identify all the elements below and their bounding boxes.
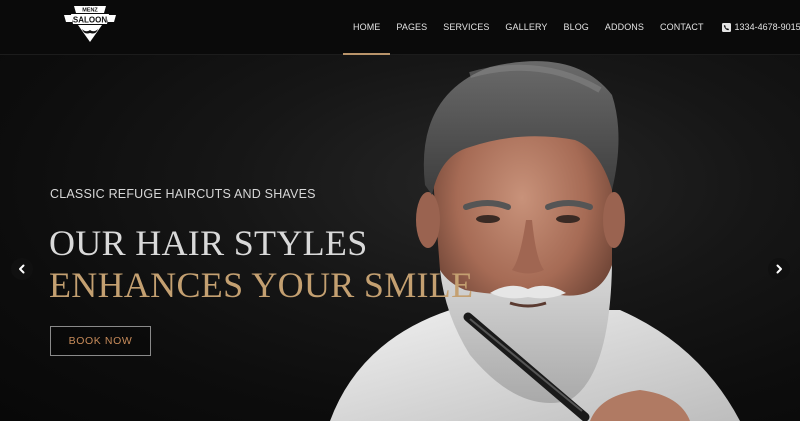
slider-prev-button[interactable] — [11, 258, 33, 280]
book-now-button[interactable]: BOOK NOW — [50, 326, 151, 356]
phone-link[interactable]: 1334-4678-9015 — [721, 0, 800, 55]
nav-item-gallery[interactable]: GALLERY — [505, 0, 547, 55]
nav-item-home[interactable]: HOME — [342, 0, 391, 55]
chevron-left-icon — [19, 264, 25, 274]
slider-next-button[interactable] — [768, 258, 790, 280]
phone-number: 1334-4678-9015 — [734, 22, 800, 32]
hero-headline-line-1: OUR HAIR STYLES — [49, 223, 368, 263]
nav-item-addons[interactable]: ADDONS — [605, 0, 644, 55]
site-header: MENZ SALOON HOME PAGES SERVICES GALLERY … — [0, 0, 800, 55]
nav-item-contact[interactable]: CONTACT — [660, 0, 704, 55]
brand-logo[interactable]: MENZ SALOON — [60, 2, 120, 46]
hero-subtitle: CLASSIC REFUGE HAIRCUTS AND SHAVES — [50, 187, 316, 201]
nav-item-blog[interactable]: BLOG — [563, 0, 588, 55]
nav-item-services[interactable]: SERVICES — [443, 0, 489, 55]
logo-top-text: MENZ — [82, 8, 98, 14]
hero-headline-line-2: ENHANCES YOUR SMILE — [49, 265, 474, 305]
chevron-right-icon — [776, 264, 782, 274]
nav-item-pages[interactable]: PAGES — [396, 0, 427, 55]
main-nav: HOME PAGES SERVICES GALLERY BLOG ADDONS … — [338, 0, 800, 55]
hero-slider: CLASSIC REFUGE HAIRCUTS AND SHAVES OUR H… — [0, 55, 800, 421]
phone-icon — [721, 23, 731, 32]
logo-main-text: SALOON — [73, 15, 107, 24]
